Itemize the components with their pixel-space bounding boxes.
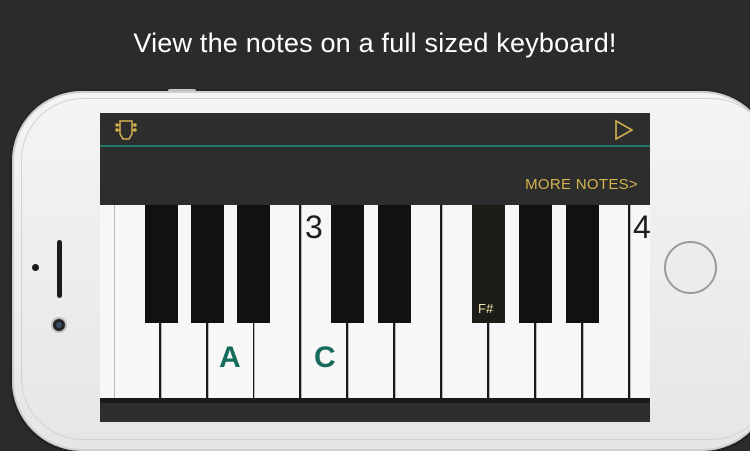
black-key[interactable] <box>237 205 270 323</box>
note-label-f-sharp: F# <box>478 301 494 316</box>
toolbar <box>100 113 650 145</box>
black-key[interactable] <box>191 205 224 323</box>
black-key[interactable] <box>378 205 411 323</box>
note-label-a: A <box>219 341 241 374</box>
note-label-c: C <box>314 341 336 374</box>
white-key[interactable] <box>100 205 114 398</box>
app-screen: MORE NOTES> 3 4 A C F# <box>100 113 650 422</box>
phone-speaker <box>57 240 62 298</box>
phone-camera <box>53 319 65 331</box>
play-icon[interactable] <box>613 118 635 142</box>
promo-headline: View the notes on a full sized keyboard! <box>133 28 617 58</box>
more-notes-link[interactable]: MORE NOTES> <box>525 176 638 193</box>
octave-label: 4 <box>633 209 650 245</box>
black-key[interactable] <box>331 205 364 323</box>
tuner-headstock-icon[interactable] <box>114 118 138 142</box>
black-key[interactable] <box>519 205 552 323</box>
phone-sensor <box>32 264 39 271</box>
octave-label: 3 <box>305 209 323 245</box>
piano-keyboard: 3 4 A C F# <box>100 205 650 403</box>
black-key[interactable] <box>566 205 599 323</box>
keyboard-bottom-strip <box>100 403 650 422</box>
black-key[interactable] <box>145 205 178 323</box>
toolbar-divider <box>100 145 650 147</box>
phone-home-button <box>664 241 717 294</box>
